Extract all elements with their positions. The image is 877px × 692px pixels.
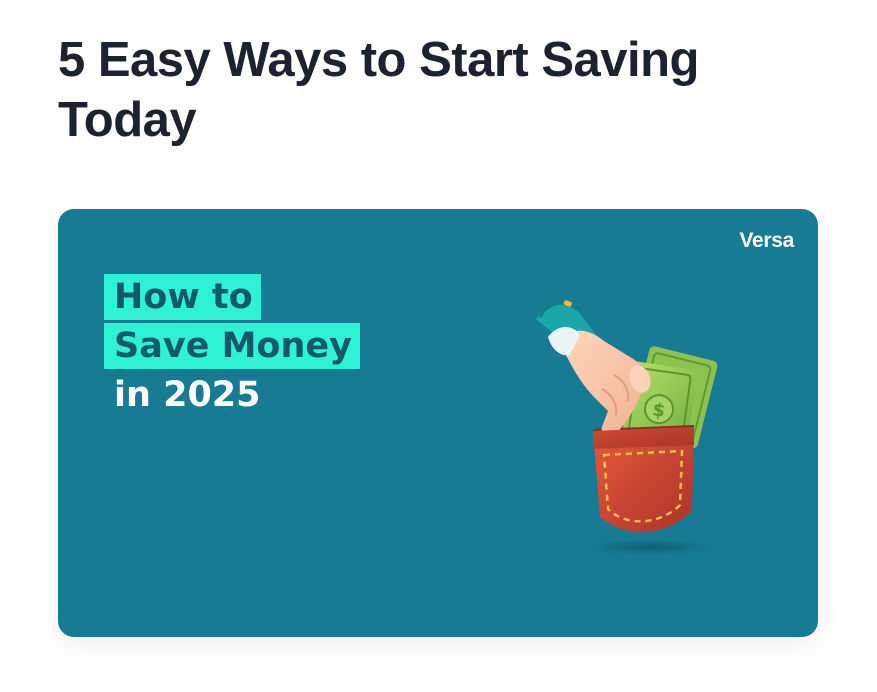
banner-headline: How to Save Money in 2025 xyxy=(104,274,360,421)
featured-image-banner: Versa How to Save Money in 2025 $ xyxy=(58,209,818,637)
article-title: 5 Easy Ways to Start Saving Today xyxy=(58,33,700,147)
headline-line-2: Save Money xyxy=(104,323,360,369)
hand-putting-money-in-pocket-icon: $ xyxy=(536,300,718,555)
headline-line-1: How to xyxy=(104,274,261,320)
versa-logo: Versa xyxy=(739,229,794,252)
headline-line-3: in 2025 xyxy=(114,375,261,415)
